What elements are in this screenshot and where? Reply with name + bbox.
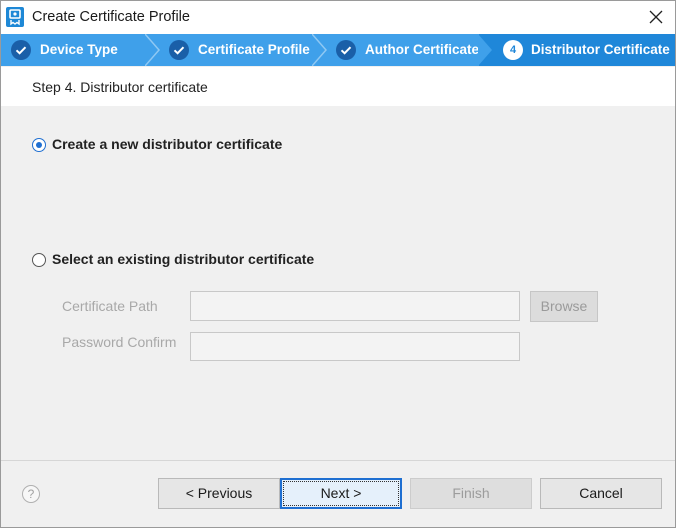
close-button[interactable] xyxy=(637,1,675,34)
cancel-button[interactable]: Cancel xyxy=(540,478,662,509)
step-heading: Step 4. Distributor certificate xyxy=(32,79,208,95)
step-device-type: Device Type xyxy=(11,34,146,66)
password-confirm-input[interactable] xyxy=(190,332,520,361)
step-header: Step 4. Distributor certificate xyxy=(1,67,675,106)
check-circle-icon xyxy=(336,40,356,60)
create-new-radio[interactable] xyxy=(32,138,46,152)
step-label: Device Type xyxy=(40,42,118,57)
step-author-certificate: Author Certificate xyxy=(336,34,480,66)
check-circle-icon xyxy=(11,40,31,60)
step-certificate-profile: Certificate Profile xyxy=(169,34,310,66)
select-existing-radio[interactable] xyxy=(32,253,46,267)
browse-button[interactable]: Browse xyxy=(530,291,598,322)
footer-divider xyxy=(1,460,675,461)
help-icon[interactable]: ? xyxy=(22,485,40,503)
step-separator-chevron xyxy=(312,34,327,66)
previous-button[interactable]: < Previous xyxy=(158,478,280,509)
step-separator-chevron xyxy=(145,34,160,66)
window-title: Create Certificate Profile xyxy=(32,9,190,25)
dialog-window: Create Certificate Profile Device Type C… xyxy=(0,0,676,528)
step-label: Author Certificate xyxy=(365,42,480,57)
close-icon xyxy=(649,10,663,24)
next-button[interactable]: Next > xyxy=(280,478,402,509)
certificate-path-input[interactable] xyxy=(190,291,520,321)
finish-button[interactable]: Finish xyxy=(410,478,532,509)
step-label: Certificate Profile xyxy=(198,42,310,57)
check-circle-icon xyxy=(169,40,189,60)
select-existing-label[interactable]: Select an existing distributor certifica… xyxy=(52,251,314,267)
step-label: Distributor Certificate xyxy=(531,42,670,57)
create-new-label[interactable]: Create a new distributor certificate xyxy=(52,136,282,152)
active-step-arrow xyxy=(478,34,492,66)
step-distributor-certificate: 4 Distributor Certificate xyxy=(478,34,675,66)
certificate-app-icon xyxy=(6,7,24,27)
wizard-step-bar: Device Type Certificate Profile Author C… xyxy=(1,34,675,66)
title-bar: Create Certificate Profile xyxy=(1,1,675,34)
password-confirm-label: Password Confirm xyxy=(62,334,177,350)
step-number-badge: 4 xyxy=(503,40,523,60)
certificate-path-label: Certificate Path xyxy=(62,298,158,314)
